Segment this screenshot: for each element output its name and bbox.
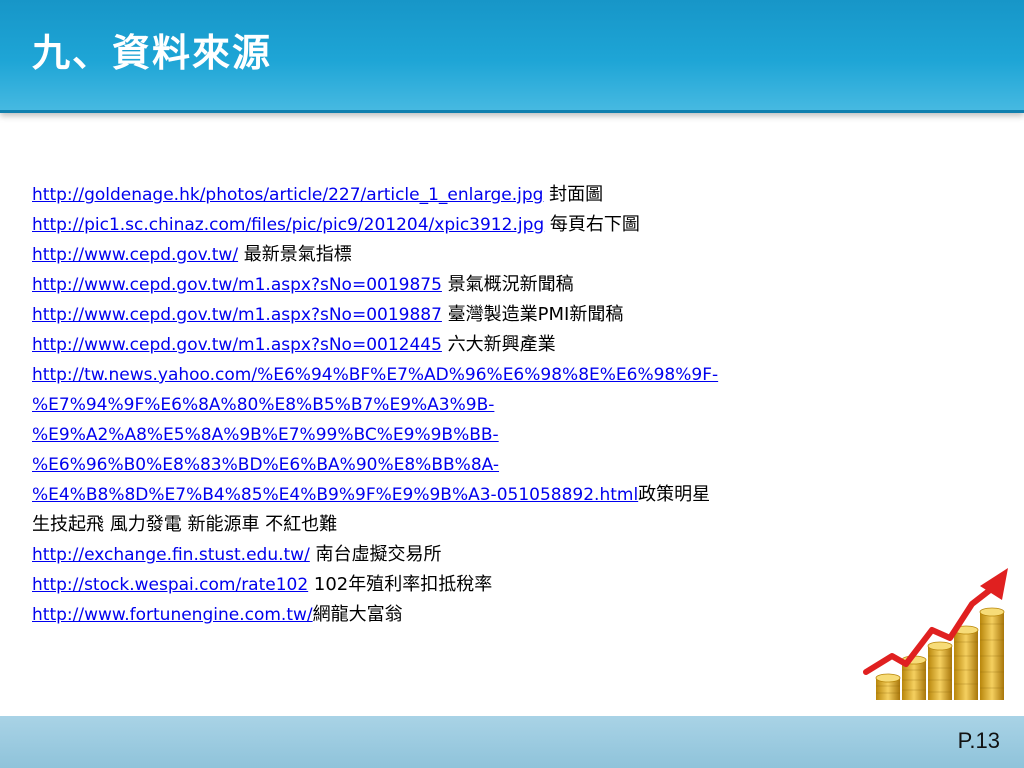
list-item: %E4%B8%8D%E7%B4%85%E4%B9%9F%E9%9B%A3-051… — [32, 480, 862, 510]
source-description: 臺灣製造業PMI新聞稿 — [441, 304, 624, 325]
source-link[interactable]: http://www.cepd.gov.tw/m1.aspx?sNo=00198… — [32, 305, 442, 325]
source-description: 每頁右下圖 — [544, 214, 640, 235]
list-item: http://pic1.sc.chinaz.com/files/pic/pic9… — [32, 210, 862, 240]
source-link[interactable]: http://exchange.fin.stust.edu.tw/ — [32, 545, 310, 565]
source-link[interactable]: http://www.cepd.gov.tw/m1.aspx?sNo=00124… — [32, 335, 442, 355]
source-description: 網龍大富翁 — [312, 604, 403, 625]
list-item: http://www.cepd.gov.tw/ 最新景氣指標 — [32, 240, 862, 270]
source-link-part[interactable]: %E6%96%B0%E8%83%BD%E6%BA%90%E8%BB%8A- — [32, 455, 499, 475]
source-description: 南台虛擬交易所 — [309, 544, 442, 565]
slide-title: 九、資料來源 — [32, 31, 273, 75]
source-description: 六大新興產業 — [441, 334, 556, 355]
source-link-part[interactable]: %E9%A2%A8%E5%8A%9B%E7%99%BC%E9%9B%BB- — [32, 425, 499, 445]
source-description: 政策明星 — [638, 484, 711, 505]
source-link[interactable]: http://www.cepd.gov.tw/ — [32, 245, 238, 265]
list-item: 生技起飛 風力發電 新能源車 不紅也難 — [32, 510, 862, 540]
list-item: http://www.cepd.gov.tw/m1.aspx?sNo=00198… — [32, 300, 862, 330]
source-description: 景氣概況新聞稿 — [441, 274, 574, 295]
source-link-part[interactable]: %E7%94%9F%E6%8A%80%E8%B5%B7%E9%A3%9B- — [32, 395, 494, 415]
source-description: 最新景氣指標 — [238, 244, 352, 265]
source-description: 封面圖 — [543, 184, 604, 205]
list-item: %E7%94%9F%E6%8A%80%E8%B5%B7%E9%A3%9B- — [32, 390, 862, 420]
list-item: http://www.fortunengine.com.tw/網龍大富翁 — [32, 600, 862, 630]
list-item: http://exchange.fin.stust.edu.tw/ 南台虛擬交易… — [32, 540, 862, 570]
source-link[interactable]: http://www.cepd.gov.tw/m1.aspx?sNo=00198… — [32, 275, 442, 295]
source-description-continued: 生技起飛 風力發電 新能源車 不紅也難 — [32, 514, 338, 535]
source-link[interactable]: http://pic1.sc.chinaz.com/files/pic/pic9… — [32, 215, 544, 235]
list-item: http://www.cepd.gov.tw/m1.aspx?sNo=00198… — [32, 270, 862, 300]
slide-footer: P.13 — [0, 716, 1024, 768]
list-item: http://stock.wespai.com/rate102 102年殖利率扣… — [32, 570, 862, 600]
source-link[interactable]: http://stock.wespai.com/rate102 — [32, 575, 308, 595]
gold-coins-rising-arrow-icon — [863, 568, 1008, 700]
source-link-part[interactable]: %E4%B8%8D%E7%B4%85%E4%B9%9F%E9%9B%A3-051… — [32, 485, 638, 505]
list-item: http://goldenage.hk/photos/article/227/a… — [32, 180, 862, 210]
source-link[interactable]: http://www.fortunengine.com.tw/ — [32, 605, 313, 625]
source-list: http://goldenage.hk/photos/article/227/a… — [32, 180, 862, 630]
source-link-part[interactable]: http://tw.news.yahoo.com/%E6%94%BF%E7%AD… — [32, 365, 718, 385]
list-item: %E6%96%B0%E8%83%BD%E6%BA%90%E8%BB%8A- — [32, 450, 862, 480]
slide-header: 九、資料來源 — [0, 0, 1024, 113]
source-description: 102年殖利率扣抵稅率 — [308, 574, 493, 595]
source-link[interactable]: http://goldenage.hk/photos/article/227/a… — [32, 185, 543, 205]
page-number: P.13 — [957, 728, 1000, 753]
list-item: http://www.cepd.gov.tw/m1.aspx?sNo=00124… — [32, 330, 862, 360]
list-item: http://tw.news.yahoo.com/%E6%94%BF%E7%AD… — [32, 360, 862, 390]
list-item: %E9%A2%A8%E5%8A%9B%E7%99%BC%E9%9B%BB- — [32, 420, 862, 450]
